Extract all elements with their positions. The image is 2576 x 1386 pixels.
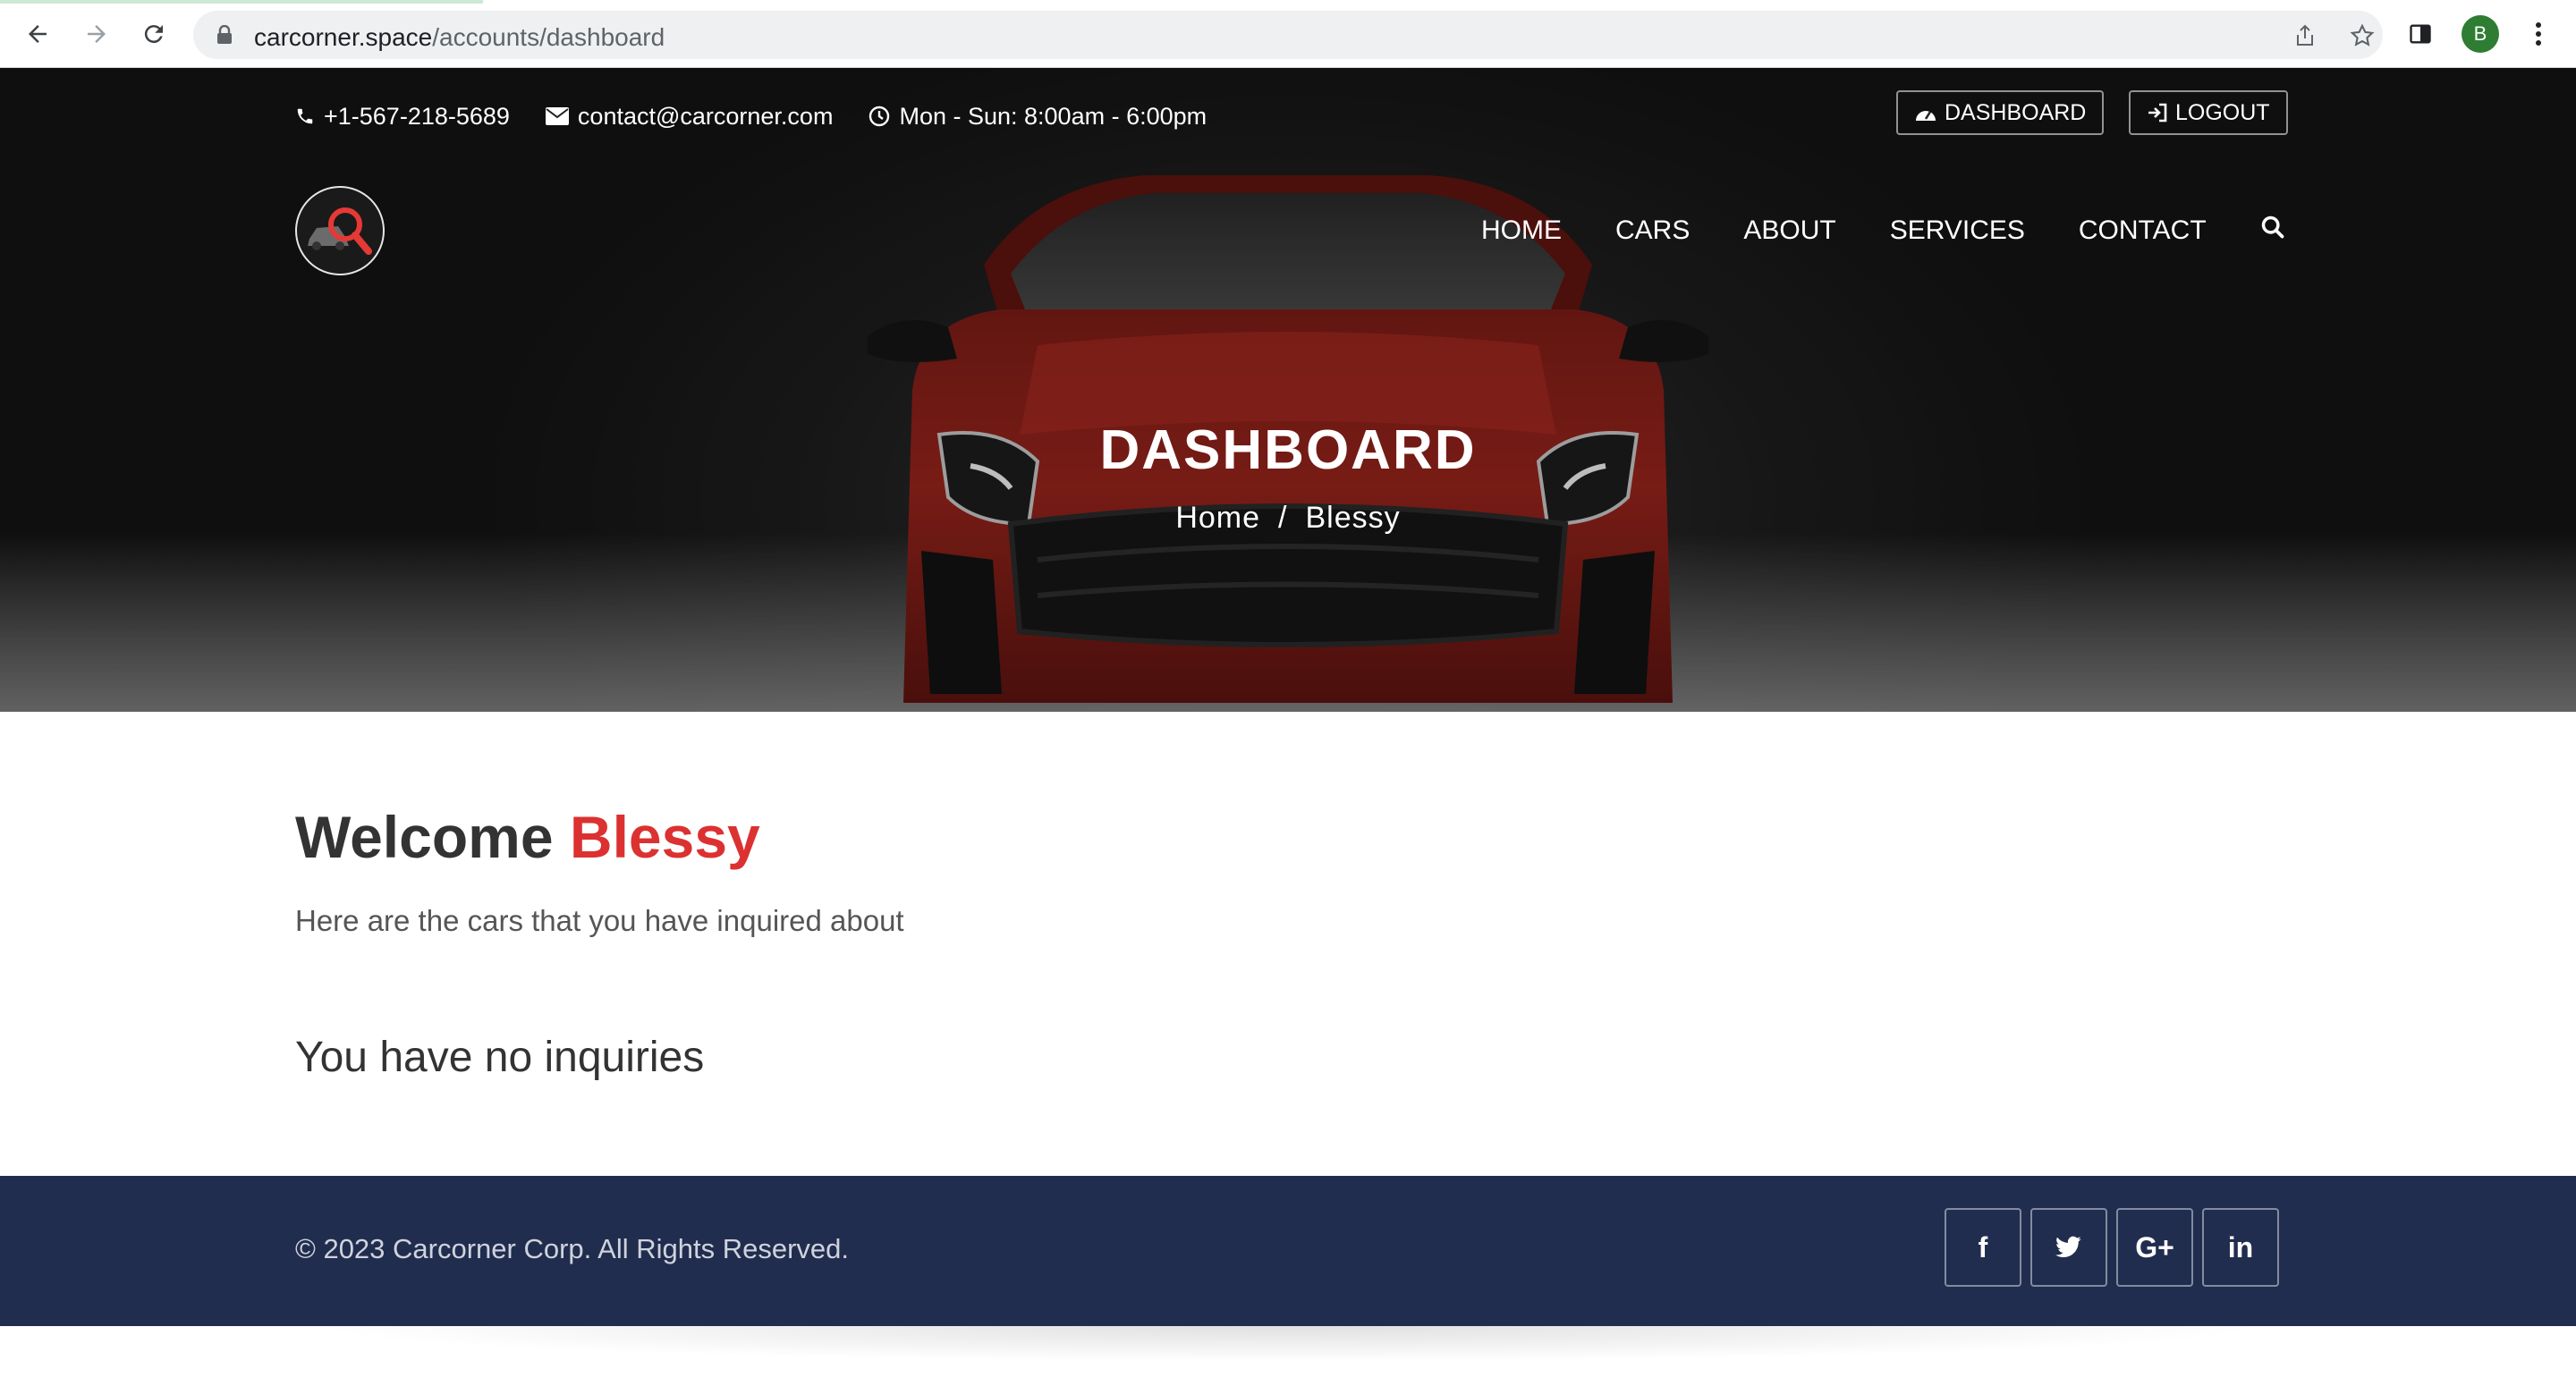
site-footer: © 2023 Carcorner Corp. All Rights Reserv… (0, 1176, 2576, 1326)
nav-cars[interactable]: CARS (1615, 216, 1690, 246)
back-icon[interactable] (20, 16, 55, 52)
hours-info: Mon - Sun: 8:00am - 6:00pm (869, 103, 1207, 131)
logout-label: LOGOUT (2175, 99, 2270, 125)
nav-services[interactable]: SERVICES (1890, 216, 2025, 246)
empty-inquiries-message: You have no inquiries (295, 1034, 705, 1081)
google-plus-icon: G+ (2135, 1230, 2174, 1263)
nav-contact[interactable]: CONTACT (2079, 216, 2207, 246)
twitter-icon (2055, 1236, 2081, 1257)
sign-in-icon (2148, 103, 2167, 123)
opening-hours: Mon - Sun: 8:00am - 6:00pm (899, 102, 1208, 130)
hero-overlay (0, 68, 2576, 712)
browser-toolbar: carcorner.space/accounts/dashboard B (0, 0, 2576, 68)
clock-icon (869, 106, 890, 127)
nav-home[interactable]: HOME (1481, 216, 1562, 246)
page-bottom (0, 1326, 2576, 1386)
dashboard-button[interactable]: DASHBOARD (1896, 90, 2105, 135)
forward-icon[interactable] (79, 16, 114, 52)
search-icon[interactable] (2260, 215, 2285, 247)
url-host: carcorner.space (254, 23, 433, 51)
dashboard-label: DASHBOARD (1945, 99, 2087, 125)
breadcrumb-separator: / (1278, 501, 1288, 535)
phone-info: +1-567-218-5689 (295, 103, 510, 131)
linkedin-button[interactable]: in (2202, 1208, 2279, 1287)
logout-button[interactable]: LOGOUT (2129, 90, 2288, 135)
address-bar[interactable]: carcorner.space/accounts/dashboard (193, 11, 2383, 59)
reload-icon[interactable] (136, 16, 172, 52)
car-search-logo-icon (308, 207, 372, 255)
breadcrumb-home[interactable]: Home (1175, 501, 1260, 535)
linkedin-icon: in (2227, 1230, 2254, 1263)
bottom-shadow (304, 1326, 2272, 1362)
welcome-user-name: Blessy (569, 804, 760, 870)
nav-about[interactable]: ABOUT (1743, 216, 1835, 246)
facebook-icon: f (1978, 1230, 1988, 1263)
facebook-button[interactable]: f (1945, 1208, 2021, 1287)
url-text[interactable]: carcorner.space/accounts/dashboard (254, 23, 665, 52)
page-title: DASHBOARD (1099, 419, 1477, 481)
hero-banner: +1-567-218-5689 contact@carcorner.com Mo… (0, 68, 2576, 712)
site-logo[interactable] (295, 186, 385, 275)
twitter-button[interactable] (2030, 1208, 2107, 1287)
sidepanel-icon[interactable] (2402, 16, 2438, 52)
google-plus-button[interactable]: G+ (2116, 1208, 2193, 1287)
breadcrumb: Home / Blessy (0, 501, 2576, 536)
bookmark-star-icon[interactable] (2349, 22, 2376, 49)
phone-icon (297, 108, 313, 124)
contact-bar: +1-567-218-5689 contact@carcorner.com Mo… (295, 100, 1207, 132)
lock-icon (216, 24, 233, 49)
phone-number: +1-567-218-5689 (324, 102, 510, 130)
share-icon[interactable] (2292, 22, 2318, 49)
envelope-icon (545, 107, 569, 125)
inquiries-subtitle: Here are the cars that you have inquired… (295, 904, 904, 937)
main-navigation: HOME CARS ABOUT SERVICES CONTACT (1481, 215, 2285, 247)
breadcrumb-current: Blessy (1305, 501, 1401, 535)
email-address: contact@carcorner.com (577, 102, 834, 130)
dashboard-gauge-icon (1916, 111, 1936, 121)
copyright-text: © 2023 Carcorner Corp. All Rights Reserv… (295, 1233, 850, 1264)
page-load-bar (0, 0, 483, 4)
url-path: /accounts/dashboard (432, 23, 665, 51)
email-info: contact@carcorner.com (545, 102, 834, 131)
kebab-menu-icon[interactable] (2521, 16, 2556, 52)
profile-avatar[interactable]: B (2462, 15, 2499, 53)
welcome-prefix: Welcome (295, 804, 554, 870)
welcome-heading: Welcome Blessy (295, 803, 760, 871)
